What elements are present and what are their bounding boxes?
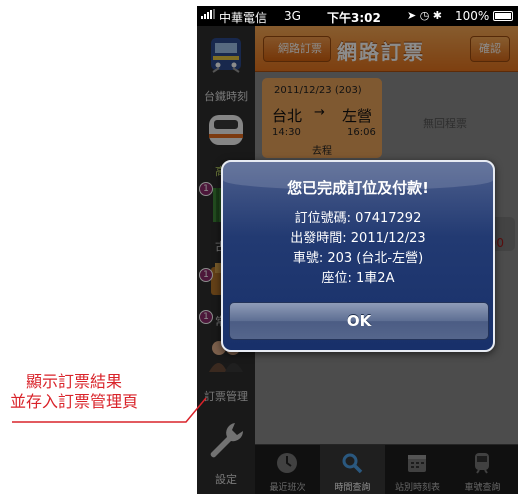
annotation-leader-line [12,397,207,423]
annotation-line-1: 顯示訂票結果 [26,372,123,391]
annotation-line-2: 並存入訂票管理頁 [10,392,139,411]
annotation-text: 顯示訂票結果 並存入訂票管理頁 [10,372,138,412]
